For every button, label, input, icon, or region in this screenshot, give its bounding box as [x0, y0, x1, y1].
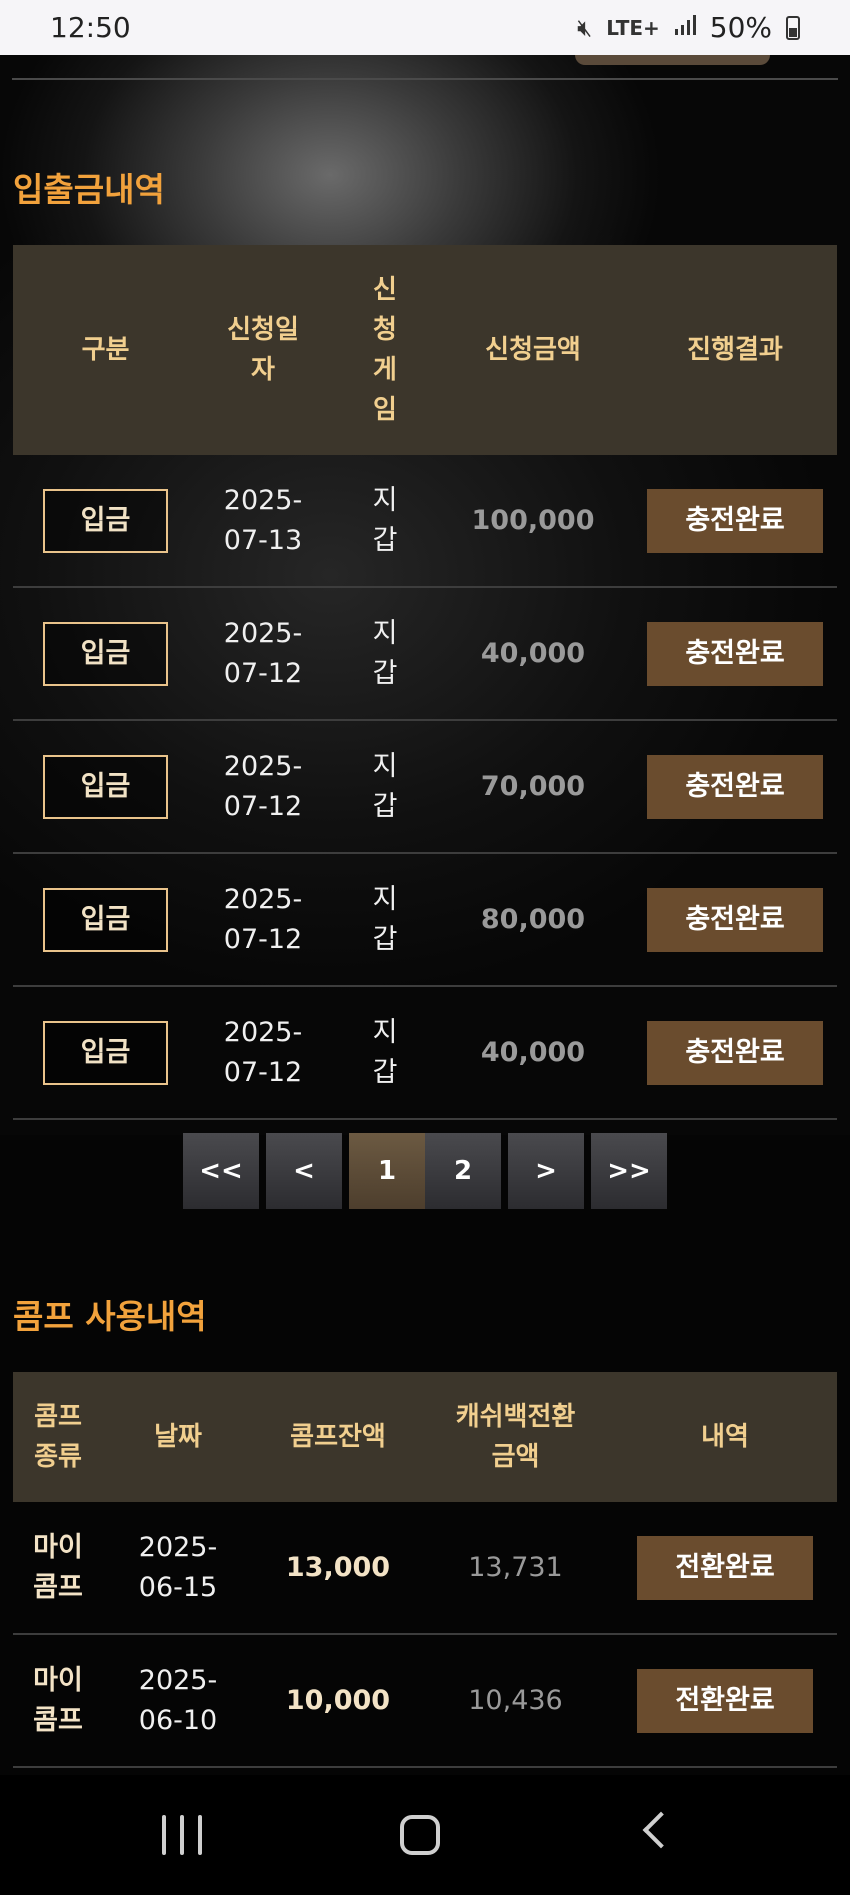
status-button[interactable]: 충전완료 [647, 488, 823, 553]
table-row: 입금 2025-07-12 지갑 40,000 충전완료 [13, 588, 837, 721]
row-game: 지갑 [372, 750, 398, 822]
status-button[interactable]: 충전완료 [647, 754, 823, 819]
header-amount: 신청금액 [485, 335, 581, 365]
row-amount: 70,000 [480, 770, 586, 802]
row-amount: 80,000 [480, 903, 586, 935]
recent-apps-icon[interactable] [162, 1815, 202, 1855]
type-button[interactable]: 입금 [43, 754, 168, 819]
row-game: 지갑 [372, 1016, 398, 1088]
deposit-table-header: 구분 신청일자 신청게임 신청금액 진행결과 [13, 245, 837, 455]
page-1-button[interactable]: 1 [349, 1133, 425, 1209]
row-game: 지갑 [372, 484, 398, 556]
row-date: 2025-07-12 [223, 1016, 303, 1088]
type-button[interactable]: 입금 [43, 1020, 168, 1085]
table-row: 마이콤프 2025-06-15 13,000 13,731 전환완료 [13, 1502, 837, 1635]
navigation-bar [0, 1775, 850, 1895]
row-date: 2025-06-15 [138, 1531, 218, 1603]
page-2-button[interactable]: 2 [425, 1133, 501, 1209]
header-result: 진행결과 [687, 335, 783, 365]
row-date: 2025-07-12 [223, 883, 303, 955]
status-button[interactable]: 충전완료 [647, 1020, 823, 1085]
row-game: 지갑 [372, 883, 398, 955]
row-kind: 마이콤프 [33, 1531, 83, 1603]
first-page-button[interactable]: << [183, 1133, 259, 1209]
header-kind: 콤프종류 [34, 1402, 82, 1472]
detail-button[interactable]: 전환완료 [637, 1668, 813, 1733]
row-amount: 40,000 [480, 637, 586, 669]
type-button[interactable]: 입금 [43, 488, 168, 553]
table-row: 입금 2025-07-12 지갑 70,000 충전완료 [13, 721, 837, 854]
header-cashback: 캐쉬백전환금액 [455, 1402, 576, 1472]
row-cashback: 10,436 [468, 1684, 563, 1716]
row-game: 지갑 [372, 617, 398, 689]
row-kind: 마이콤프 [33, 1664, 83, 1736]
deposit-history-title: 입출금내역 [13, 170, 165, 209]
table-row: 입금 2025-07-12 지갑 40,000 충전완료 [13, 987, 837, 1120]
top-button-edge[interactable] [575, 55, 770, 65]
status-time: 12:50 [50, 11, 131, 44]
network-label: LTE+ [606, 15, 660, 40]
divider [12, 78, 838, 80]
row-amount: 100,000 [471, 504, 595, 536]
header-detail: 내역 [701, 1422, 749, 1452]
battery-icon [786, 15, 800, 40]
table-row: 입금 2025-07-12 지갑 80,000 충전완료 [13, 854, 837, 987]
row-date: 2025-07-13 [223, 484, 303, 556]
status-button[interactable]: 충전완료 [647, 621, 823, 686]
type-button[interactable]: 입금 [43, 621, 168, 686]
comp-table-header: 콤프종류 날짜 콤프잔액 캐쉬백전환금액 내역 [13, 1372, 837, 1502]
detail-button[interactable]: 전환완료 [637, 1535, 813, 1600]
row-date: 2025-07-12 [223, 617, 303, 689]
mute-icon: 🔇︎ [577, 13, 593, 42]
status-button[interactable]: 충전완료 [647, 887, 823, 952]
header-type: 구분 [81, 335, 130, 365]
home-icon[interactable] [400, 1815, 440, 1855]
row-balance: 13,000 [285, 1551, 391, 1583]
row-amount: 40,000 [480, 1036, 586, 1068]
table-row: 입금 2025-07-13 지갑 100,000 충전완료 [13, 455, 837, 588]
row-date: 2025-06-10 [138, 1664, 218, 1736]
header-balance: 콤프잔액 [290, 1422, 386, 1452]
header-game: 신청게임 [373, 275, 397, 425]
last-page-button[interactable]: >> [591, 1133, 667, 1209]
header-date: 날짜 [154, 1422, 202, 1452]
table-row: 마이콤프 2025-06-10 10,000 10,436 전환완료 [13, 1635, 837, 1768]
row-balance: 10,000 [285, 1684, 391, 1716]
status-bar: 12:50 🔇︎ LTE+ 50% [0, 0, 850, 55]
next-page-button[interactable]: > [508, 1133, 584, 1209]
battery-percent: 50% [709, 11, 772, 44]
back-icon[interactable] [642, 1811, 680, 1849]
comp-history-title: 콤프 사용내역 [13, 1297, 207, 1336]
row-date: 2025-07-12 [223, 750, 303, 822]
type-button[interactable]: 입금 [43, 887, 168, 952]
header-date: 신청일자 [227, 315, 299, 385]
row-cashback: 13,731 [468, 1551, 563, 1583]
prev-page-button[interactable]: < [266, 1133, 342, 1209]
signal-icon [674, 14, 696, 42]
